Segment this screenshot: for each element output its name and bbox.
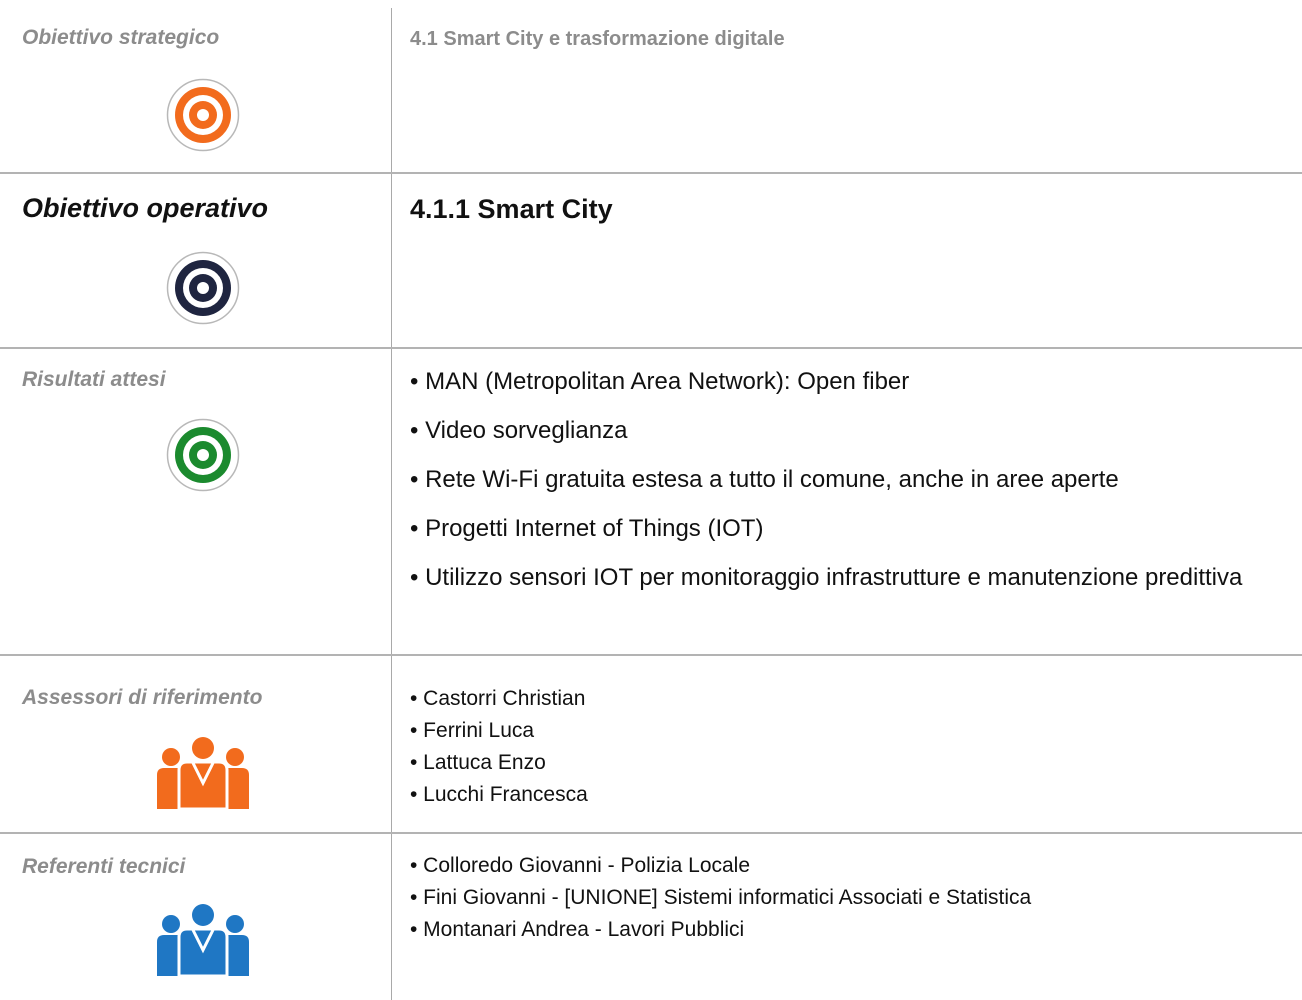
operative-objective-label: Obiettivo operativo <box>22 193 269 223</box>
list-item: • Fini Giovanni - [UNIONE] Sistemi infor… <box>410 886 1032 909</box>
expected-results-label: Risultati attesi <box>22 368 166 391</box>
people-group-icon <box>157 737 249 809</box>
list-item: • MAN (Metropolitan Area Network): Open … <box>410 368 910 395</box>
technical-referents-list: • Colloredo Giovanni - Polizia Locale • … <box>410 850 1300 946</box>
column-divider <box>391 8 392 1000</box>
assessors-list: • Castorri Christian • Ferrini Luca • La… <box>410 683 1300 811</box>
target-icon <box>166 78 240 152</box>
row-divider <box>0 172 1302 174</box>
list-item: • Colloredo Giovanni - Polizia Locale <box>410 854 751 877</box>
list-item: • Utilizzo sensori IOT per monitoraggio … <box>410 564 1243 591</box>
people-group-icon <box>157 904 249 976</box>
row-divider <box>0 832 1302 834</box>
list-item: • Ferrini Luca <box>410 719 535 742</box>
target-icon <box>166 418 240 492</box>
list-item: • Lucchi Francesca <box>410 783 588 806</box>
row-divider <box>0 347 1302 349</box>
target-icon <box>166 251 240 325</box>
list-item: • Lattuca Enzo <box>410 751 546 774</box>
technical-referents-label: Referenti tecnici <box>22 855 186 878</box>
assessors-label: Assessori di riferimento <box>22 686 263 709</box>
operative-objective-value: 4.1.1 Smart City <box>410 194 613 224</box>
list-item: • Rete Wi-Fi gratuita estesa a tutto il … <box>410 466 1119 493</box>
strategic-objective-label: Obiettivo strategico <box>22 26 220 49</box>
list-item: • Castorri Christian <box>410 687 586 710</box>
list-item: • Video sorveglianza <box>410 417 628 444</box>
list-item: • Montanari Andrea - Lavori Pubblici <box>410 918 745 941</box>
strategic-objective-value: 4.1 Smart City e trasformazione digitale <box>410 28 785 50</box>
row-divider <box>0 654 1302 656</box>
expected-results-list: • MAN (Metropolitan Area Network): Open … <box>410 367 1300 612</box>
list-item: • Progetti Internet of Things (IOT) <box>410 515 764 542</box>
